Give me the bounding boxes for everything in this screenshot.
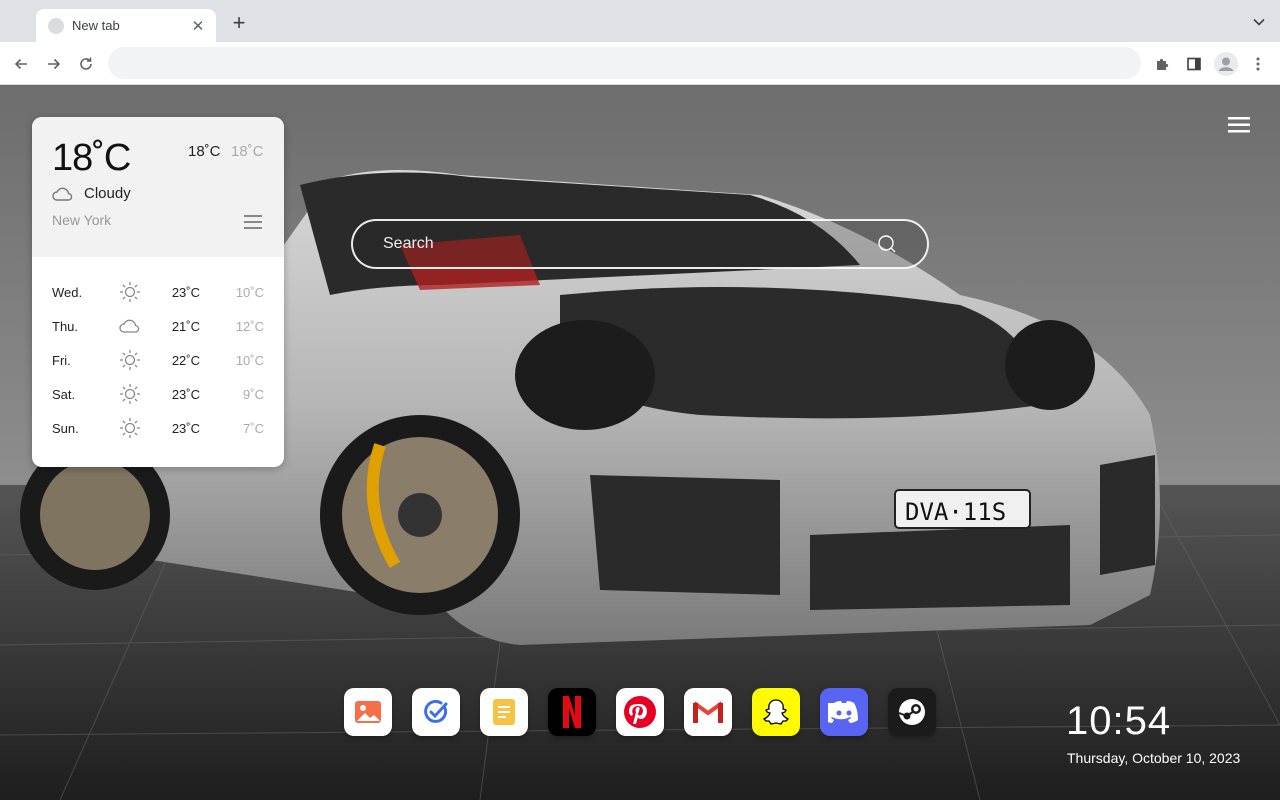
sun-icon: [110, 417, 150, 439]
avatar-icon: [1214, 52, 1238, 76]
svg-text:DVA·11S: DVA·11S: [905, 498, 1006, 526]
netflix-icon[interactable]: [548, 688, 596, 736]
steam-icon[interactable]: [888, 688, 936, 736]
search-input[interactable]: [383, 235, 877, 253]
pinterest-icon[interactable]: [616, 688, 664, 736]
forecast-high: 23˚C: [171, 284, 200, 300]
forecast-low: 9˚C: [243, 386, 264, 402]
forward-arrow-icon: [48, 58, 61, 70]
side-panel-button[interactable]: [1183, 53, 1205, 75]
tab-close-icon[interactable]: ✕: [190, 17, 206, 35]
address-bar[interactable]: [108, 47, 1141, 79]
back-button[interactable]: [10, 53, 32, 75]
forecast-high: 23˚C: [171, 420, 200, 436]
puzzle-icon: [1157, 58, 1169, 70]
forecast-day: Thu.: [52, 318, 79, 334]
forecast-row: Fri. 22˚C 10˚C: [52, 343, 264, 377]
photos-app-icon[interactable]: [344, 688, 392, 736]
forecast-row: Thu. 21˚C 12˚C: [52, 309, 264, 343]
tab-new-tab[interactable]: New tab ✕: [36, 9, 216, 42]
weather-menu-icon[interactable]: [244, 214, 262, 230]
favicon-icon: [48, 17, 64, 34]
forecast-high: 23˚C: [171, 386, 200, 402]
new-tab-button[interactable]: +: [228, 12, 250, 34]
cloud-icon: [110, 318, 150, 334]
page-menu-icon[interactable]: [1228, 116, 1250, 134]
sun-icon: [110, 383, 150, 405]
app-dock: [344, 688, 936, 736]
tab-title: New tab: [72, 18, 120, 33]
forecast-low: 12˚C: [235, 318, 264, 334]
forecast-row: Sun. 23˚C 7˚C: [52, 411, 264, 445]
forecast-low: 10˚C: [235, 352, 264, 368]
back-arrow-icon: [14, 58, 27, 70]
weather-widget: 18˚C 18˚C 18˚C Cloudy New York Wed. 23˚C…: [32, 117, 284, 467]
forecast-day: Sun.: [52, 420, 79, 436]
weather-current: 18˚C 18˚C 18˚C Cloudy New York: [32, 117, 284, 257]
sun-icon: [110, 281, 150, 303]
city-name: New York: [52, 212, 112, 228]
todo-app-icon[interactable]: [412, 688, 460, 736]
forecast-low: 10˚C: [235, 284, 264, 300]
forecast-day: Wed.: [52, 284, 83, 300]
discord-icon[interactable]: [820, 688, 868, 736]
sun-icon: [110, 349, 150, 371]
clock-time: 10:54: [1066, 699, 1172, 743]
cloud-icon: [52, 187, 73, 201]
tab-strip: New tab ✕ +: [0, 0, 1280, 42]
tab-search-chevron-icon[interactable]: [1252, 15, 1266, 29]
forecast-row: Wed. 23˚C 10˚C: [52, 275, 264, 309]
search-icon[interactable]: [877, 234, 897, 254]
profile-button[interactable]: [1214, 52, 1238, 76]
notes-app-icon[interactable]: [480, 688, 528, 736]
reload-button[interactable]: [75, 53, 97, 75]
side-panel-icon: [1187, 57, 1201, 71]
forecast-row: Sat. 23˚C 9˚C: [52, 377, 264, 411]
gmail-icon[interactable]: [684, 688, 732, 736]
forecast-high: 21˚C: [171, 318, 200, 334]
forecast-low: 7˚C: [243, 420, 264, 436]
new-tab-page: DVA·11S 18˚C 18˚C 18˚C Cloudy New York W…: [0, 85, 1280, 800]
extensions-button[interactable]: [1151, 53, 1173, 75]
search-box: [351, 219, 929, 269]
forecast-high: 22˚C: [171, 352, 200, 368]
forecast-day: Fri.: [52, 352, 71, 368]
forecast-day: Sat.: [52, 386, 76, 402]
condition-label: Cloudy: [84, 185, 131, 202]
clock-date: Thursday, October 10, 2023: [1067, 750, 1241, 766]
current-temperature: 18˚C: [52, 137, 131, 179]
reload-icon: [80, 57, 92, 70]
browser-toolbar: [0, 42, 1280, 85]
today-low: 18˚C: [231, 143, 264, 160]
snapchat-icon[interactable]: [752, 688, 800, 736]
forward-button[interactable]: [43, 53, 65, 75]
kebab-menu-icon: [1256, 57, 1260, 71]
chrome-menu-button[interactable]: [1247, 53, 1269, 75]
forecast-list: Wed. 23˚C 10˚C Thu. 21˚C 12˚C Fri. 22˚C …: [32, 257, 284, 445]
weather-condition: Cloudy: [52, 185, 131, 202]
today-high: 18˚C: [188, 143, 221, 160]
